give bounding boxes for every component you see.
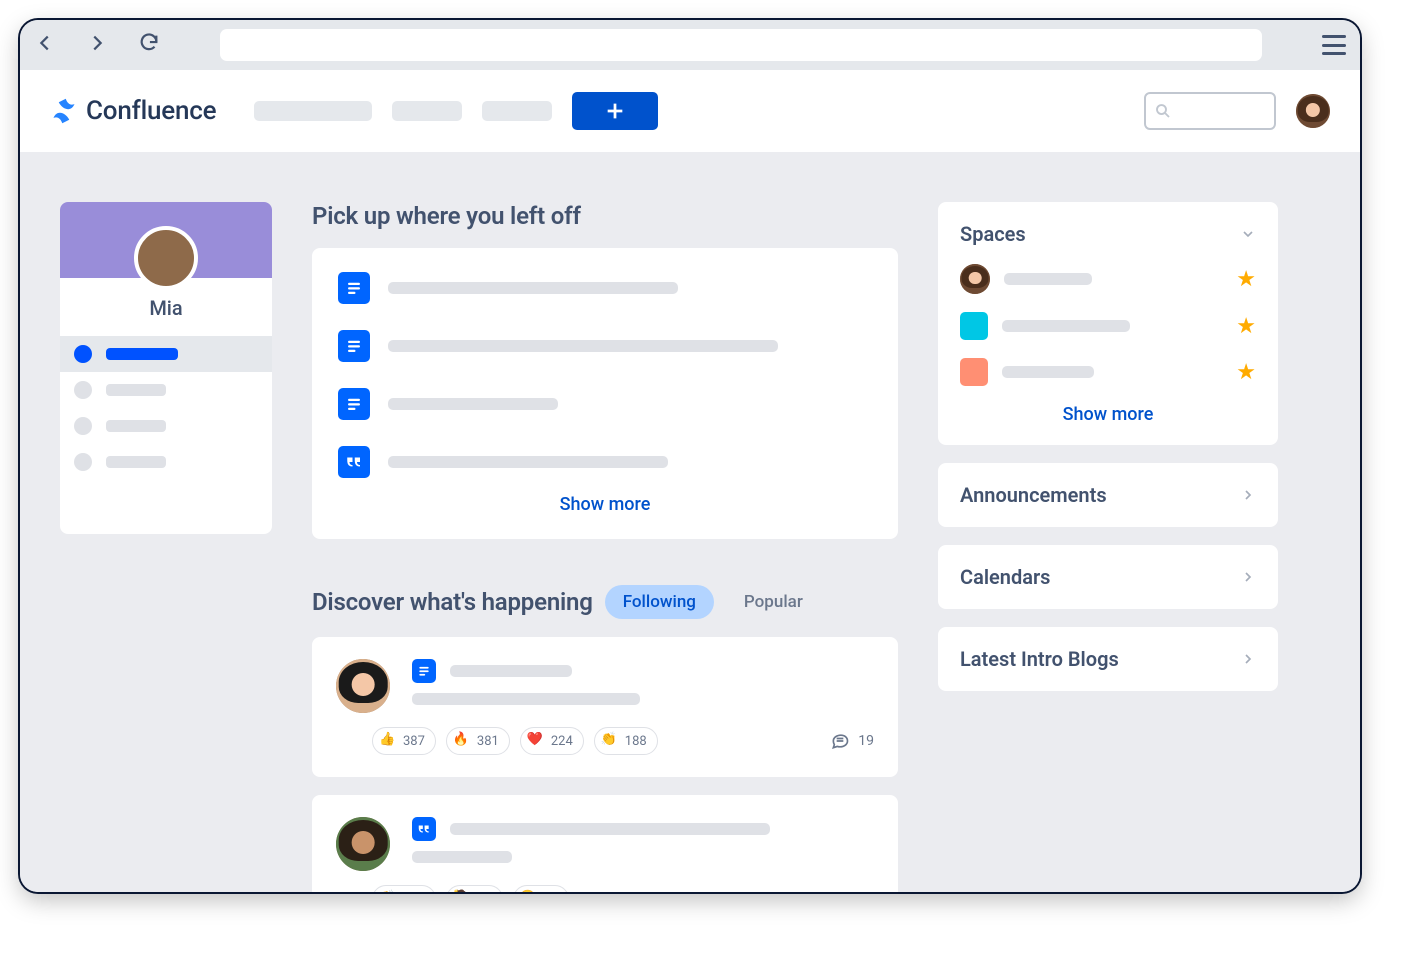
- space-item[interactable]: ★: [960, 358, 1256, 386]
- search-icon: [1154, 102, 1172, 120]
- tab-popular[interactable]: Popular: [726, 585, 821, 619]
- sidebar-nav: [60, 336, 272, 480]
- chevron-down-icon[interactable]: [1240, 226, 1256, 242]
- blog-icon: [412, 817, 436, 841]
- nav-item[interactable]: [254, 101, 372, 121]
- tab-following[interactable]: Following: [605, 585, 714, 619]
- chevron-right-icon: [1240, 569, 1256, 585]
- profile-name: Mia: [60, 296, 272, 320]
- space-avatar: [960, 312, 988, 340]
- feed-post: 👏110 🙋26 😄14 45: [312, 795, 898, 892]
- reaction-fire[interactable]: 🔥381: [446, 727, 510, 755]
- page-icon: [338, 272, 370, 304]
- chevron-right-icon: [1240, 487, 1256, 503]
- recent-show-more[interactable]: Show more: [338, 490, 872, 515]
- url-bar[interactable]: [220, 29, 1262, 61]
- space-item[interactable]: ★: [960, 264, 1256, 294]
- comment-icon: [830, 731, 850, 751]
- reaction-heart[interactable]: ❤️224: [520, 727, 584, 755]
- comments-count[interactable]: 45: [830, 889, 874, 892]
- space-avatar: [960, 264, 990, 294]
- product-logo[interactable]: Confluence: [50, 96, 216, 126]
- sidebar-item[interactable]: [60, 444, 272, 480]
- reaction-raising-hand[interactable]: 🙋26: [446, 885, 503, 892]
- reload-button[interactable]: [138, 32, 160, 58]
- recent-card: Show more: [312, 248, 898, 539]
- profile-sidebar: Mia: [60, 202, 272, 534]
- calendars-panel[interactable]: Calendars: [938, 545, 1278, 609]
- app-window: Confluence Mia: [20, 20, 1360, 892]
- profile-banner: [60, 202, 272, 278]
- browser-chrome: [20, 20, 1360, 70]
- blog-icon: [338, 446, 370, 478]
- nav-item[interactable]: [392, 101, 462, 121]
- recent-item[interactable]: [338, 446, 872, 478]
- back-button[interactable]: [34, 32, 56, 58]
- post-author-avatar[interactable]: [336, 817, 390, 871]
- star-icon[interactable]: ★: [1236, 360, 1256, 385]
- create-button[interactable]: [572, 92, 658, 130]
- reaction-clap[interactable]: 👏188: [594, 727, 658, 755]
- page-icon: [338, 330, 370, 362]
- latest-blogs-panel[interactable]: Latest Intro Blogs: [938, 627, 1278, 691]
- spaces-show-more[interactable]: Show more: [960, 404, 1256, 425]
- forward-button[interactable]: [86, 32, 108, 58]
- star-icon[interactable]: ★: [1236, 314, 1256, 339]
- profile-avatar[interactable]: [134, 226, 198, 290]
- content-area: Mia Pick up where you left off: [20, 154, 1360, 892]
- recent-section-title: Pick up where you left off: [312, 202, 898, 230]
- recent-item[interactable]: [338, 272, 872, 304]
- reaction-laugh[interactable]: 😄14: [513, 885, 570, 892]
- product-name: Confluence: [86, 96, 216, 126]
- sidebar-item[interactable]: [60, 372, 272, 408]
- top-nav: Confluence: [20, 70, 1360, 154]
- space-avatar: [960, 358, 988, 386]
- chevron-right-icon: [1240, 651, 1256, 667]
- search-input[interactable]: [1144, 92, 1276, 130]
- reaction-clap[interactable]: 👏110: [372, 885, 436, 892]
- sidebar-item-active[interactable]: [60, 336, 272, 372]
- spaces-panel: Spaces ★ ★ ★ Show more: [938, 202, 1278, 445]
- announcements-panel[interactable]: Announcements: [938, 463, 1278, 527]
- reaction-thumbs-up[interactable]: 👍387: [372, 727, 436, 755]
- feed-post: 👍387 🔥381 ❤️224 👏188 19: [312, 637, 898, 777]
- main-column: Pick up where you left off: [312, 202, 898, 892]
- space-item[interactable]: ★: [960, 312, 1256, 340]
- sidebar-item[interactable]: [60, 408, 272, 444]
- page-icon: [338, 388, 370, 420]
- recent-item[interactable]: [338, 330, 872, 362]
- browser-menu-button[interactable]: [1322, 35, 1346, 55]
- discover-section-title: Discover what's happening: [312, 588, 593, 616]
- comments-count[interactable]: 19: [830, 731, 874, 751]
- comment-icon: [830, 889, 850, 892]
- spaces-title: Spaces: [960, 222, 1026, 246]
- post-author-avatar[interactable]: [336, 659, 390, 713]
- nav-item[interactable]: [482, 101, 552, 121]
- page-icon: [412, 659, 436, 683]
- right-column: Spaces ★ ★ ★ Show more: [938, 202, 1278, 892]
- star-icon[interactable]: ★: [1236, 267, 1256, 292]
- recent-item[interactable]: [338, 388, 872, 420]
- user-avatar[interactable]: [1296, 94, 1330, 128]
